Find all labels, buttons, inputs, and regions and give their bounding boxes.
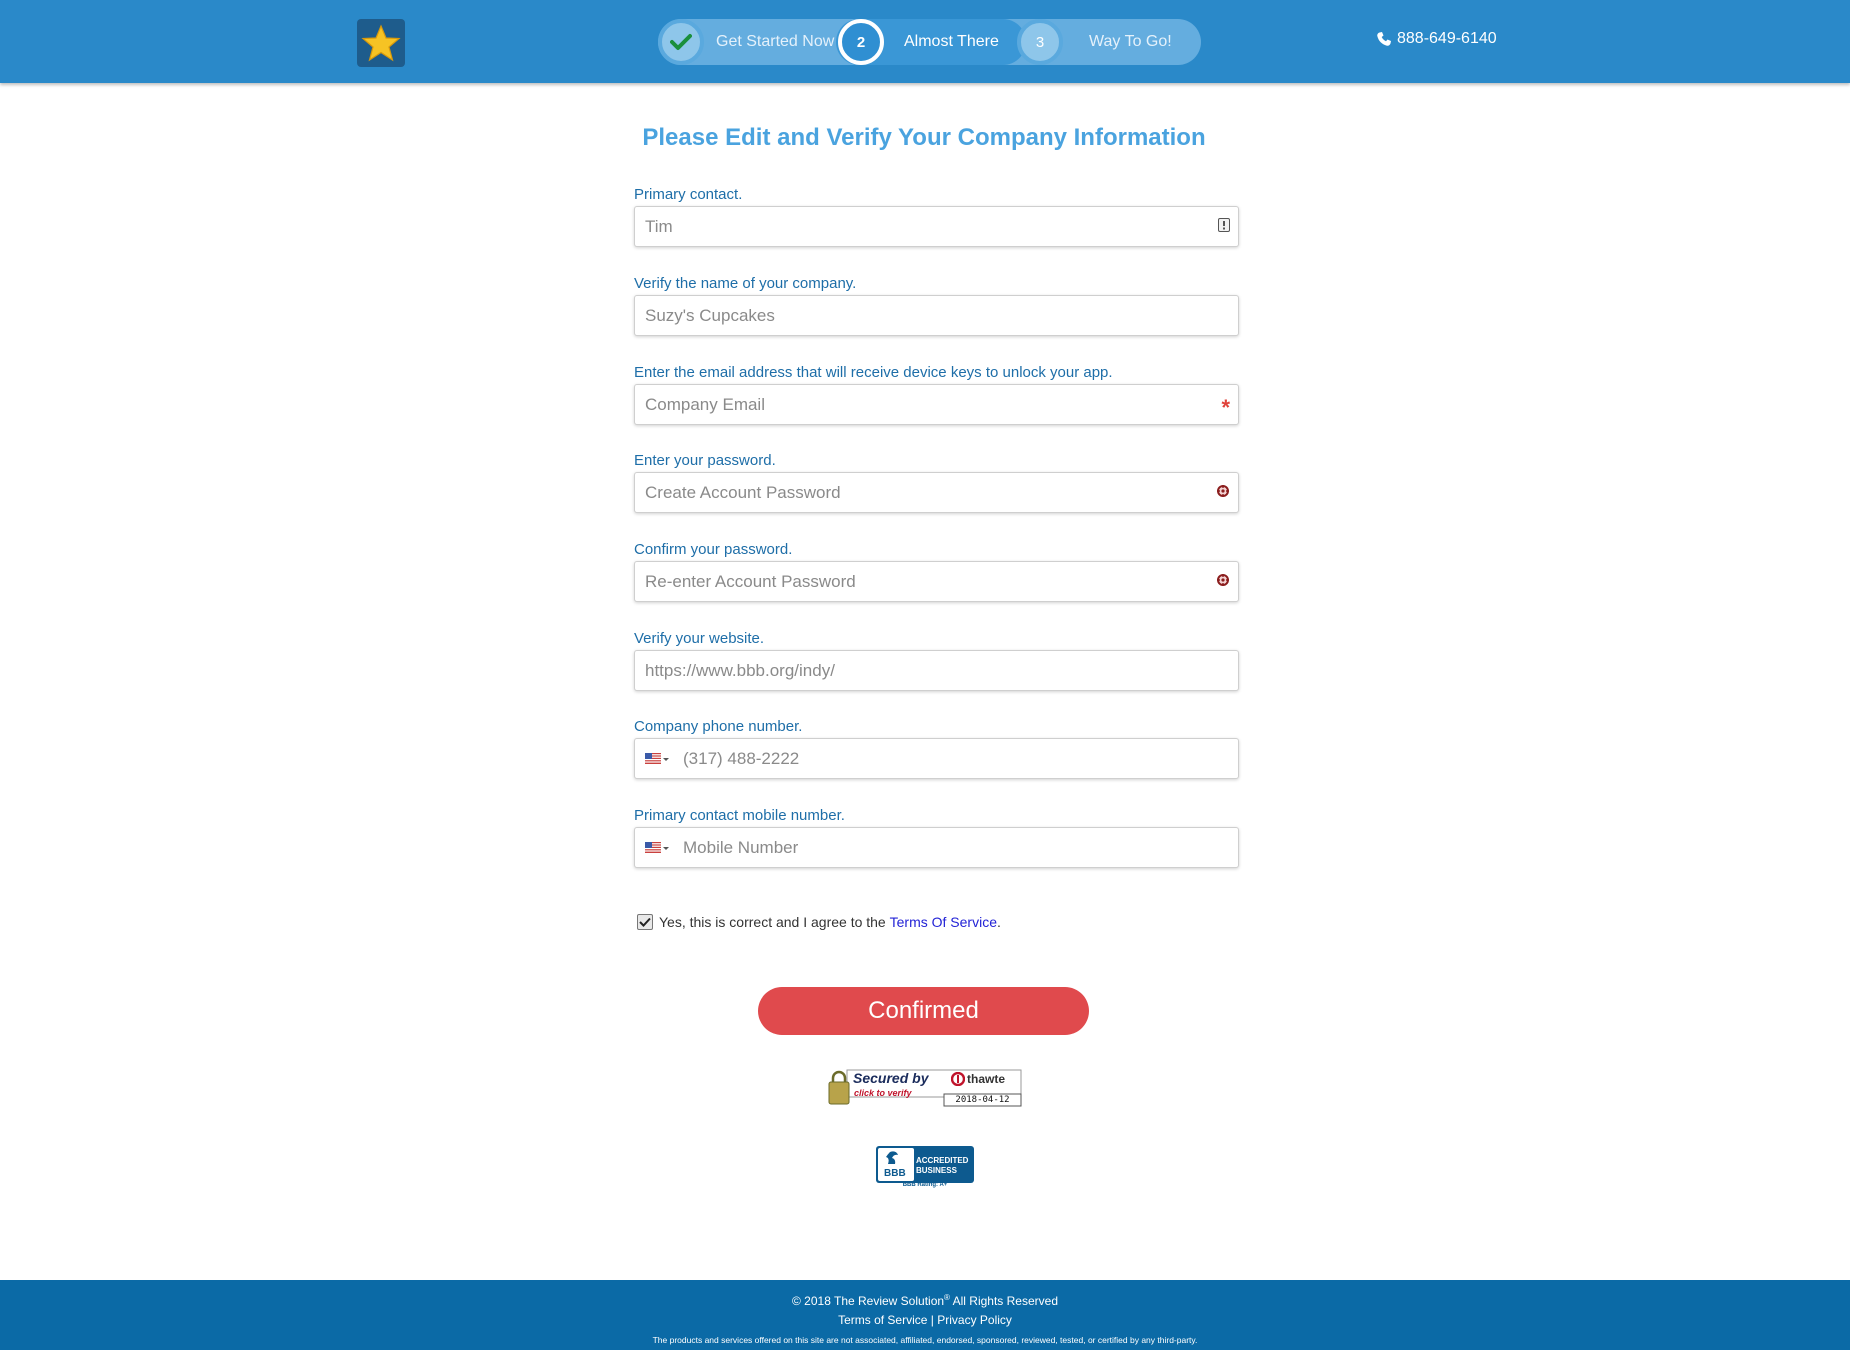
us-flag-icon (645, 842, 661, 853)
step-2-label: Almost There (904, 33, 999, 50)
step-1-label: Get Started Now (716, 33, 835, 50)
bbb-line-2: BUSINESS (916, 1166, 957, 1175)
footer-copyright: © 2018 The Review Solution® All Rights R… (792, 1293, 1058, 1308)
star-icon (361, 24, 401, 62)
step-1-circle (658, 19, 704, 65)
company-name-input[interactable]: Suzy's Cupcakes (634, 295, 1239, 336)
terms-of-service-link[interactable]: Terms Of Service (890, 914, 997, 930)
seal-sub: click to verify (854, 1088, 912, 1098)
phone-number[interactable]: 888-649-6140 (1376, 30, 1497, 48)
terms-agreement: Yes, this is correct and I agree to the … (637, 914, 1001, 930)
company-name-label: Verify the name of your company. (634, 275, 857, 292)
country-select[interactable] (645, 753, 671, 764)
step-2-circle: 2 (838, 19, 884, 65)
agree-period: . (996, 914, 1001, 930)
bbb-line-1: ACCREDITED (916, 1156, 969, 1165)
footer-terms-link[interactable]: Terms of Service (838, 1313, 927, 1327)
phone-text: 888-649-6140 (1397, 30, 1497, 47)
mobile-label: Primary contact mobile number. (634, 807, 845, 824)
header-bar: Get Started Now 2 Almost There 3 Way To … (0, 0, 1850, 83)
contact-card-icon (1218, 217, 1230, 237)
confirm-password-input[interactable]: Re-enter Account Password (634, 561, 1239, 602)
website-label: Verify your website. (634, 630, 765, 647)
bbb-rating: BBB Rating: A+ (902, 1182, 948, 1188)
step-3-label: Way To Go! (1089, 33, 1172, 50)
step-3-circle: 3 (1017, 19, 1063, 65)
seal-date: 2018-04-12 (955, 1095, 1010, 1105)
required-star-icon: * (1221, 394, 1230, 420)
password-key-icon (1216, 483, 1230, 503)
website-input[interactable]: https://www.bbb.org/indy/ (634, 650, 1239, 691)
confirmed-button[interactable]: Confirmed (758, 987, 1089, 1035)
logo[interactable] (357, 19, 405, 67)
mobile-number-input[interactable]: Mobile Number (634, 827, 1239, 868)
thawte-mark-icon (951, 1072, 965, 1086)
check-icon (670, 34, 692, 50)
us-flag-icon (645, 753, 661, 764)
password-input[interactable]: Create Account Password (634, 472, 1239, 513)
step-2: 2 Almost There (838, 19, 999, 65)
footer-links: Terms of Service | Privacy Policy (838, 1313, 1012, 1327)
thawte-logo: thawte (951, 1072, 1005, 1086)
checkmark-icon (639, 917, 651, 927)
phone-icon (1377, 32, 1391, 46)
step-3: 3 Way To Go! (1017, 19, 1172, 65)
page-title: Please Edit and Verify Your Company Info… (642, 124, 1206, 151)
bbb-accredited-badge[interactable]: BBB ACCREDITED BUSINESS BBB Rating: A+ (876, 1146, 974, 1190)
email-label: Enter the email address that will receiv… (634, 364, 1113, 381)
confirm-password-label: Confirm your password. (634, 541, 793, 558)
primary-contact-label: Primary contact. (634, 186, 743, 203)
company-phone-label: Company phone number. (634, 718, 803, 735)
chevron-down-icon (663, 846, 669, 850)
seal-title: Secured by (853, 1070, 929, 1086)
password-key-icon (1216, 572, 1230, 592)
bbb-logo-text: BBB (884, 1168, 906, 1179)
primary-contact-input[interactable]: Tim (634, 206, 1239, 247)
footer-privacy-link[interactable]: Privacy Policy (937, 1313, 1012, 1327)
progress-steps: Get Started Now 2 Almost There 3 Way To … (658, 19, 1201, 65)
company-email-input[interactable]: Company Email * (634, 384, 1239, 425)
thawte-security-seal[interactable]: Secured by click to verify thawte 2018-0… (827, 1069, 1023, 1107)
agree-checkbox[interactable] (637, 914, 653, 930)
password-label: Enter your password. (634, 452, 776, 469)
footer-disclaimer: The products and services offered on thi… (652, 1335, 1198, 1345)
company-phone-input[interactable]: (317) 488-2222 (634, 738, 1239, 779)
footer: © 2018 The Review Solution® All Rights R… (0, 1280, 1850, 1350)
country-select[interactable] (645, 842, 671, 853)
step-1: Get Started Now (658, 19, 834, 65)
agree-text: Yes, this is correct and I agree to the (659, 914, 890, 930)
chevron-down-icon (663, 757, 669, 761)
